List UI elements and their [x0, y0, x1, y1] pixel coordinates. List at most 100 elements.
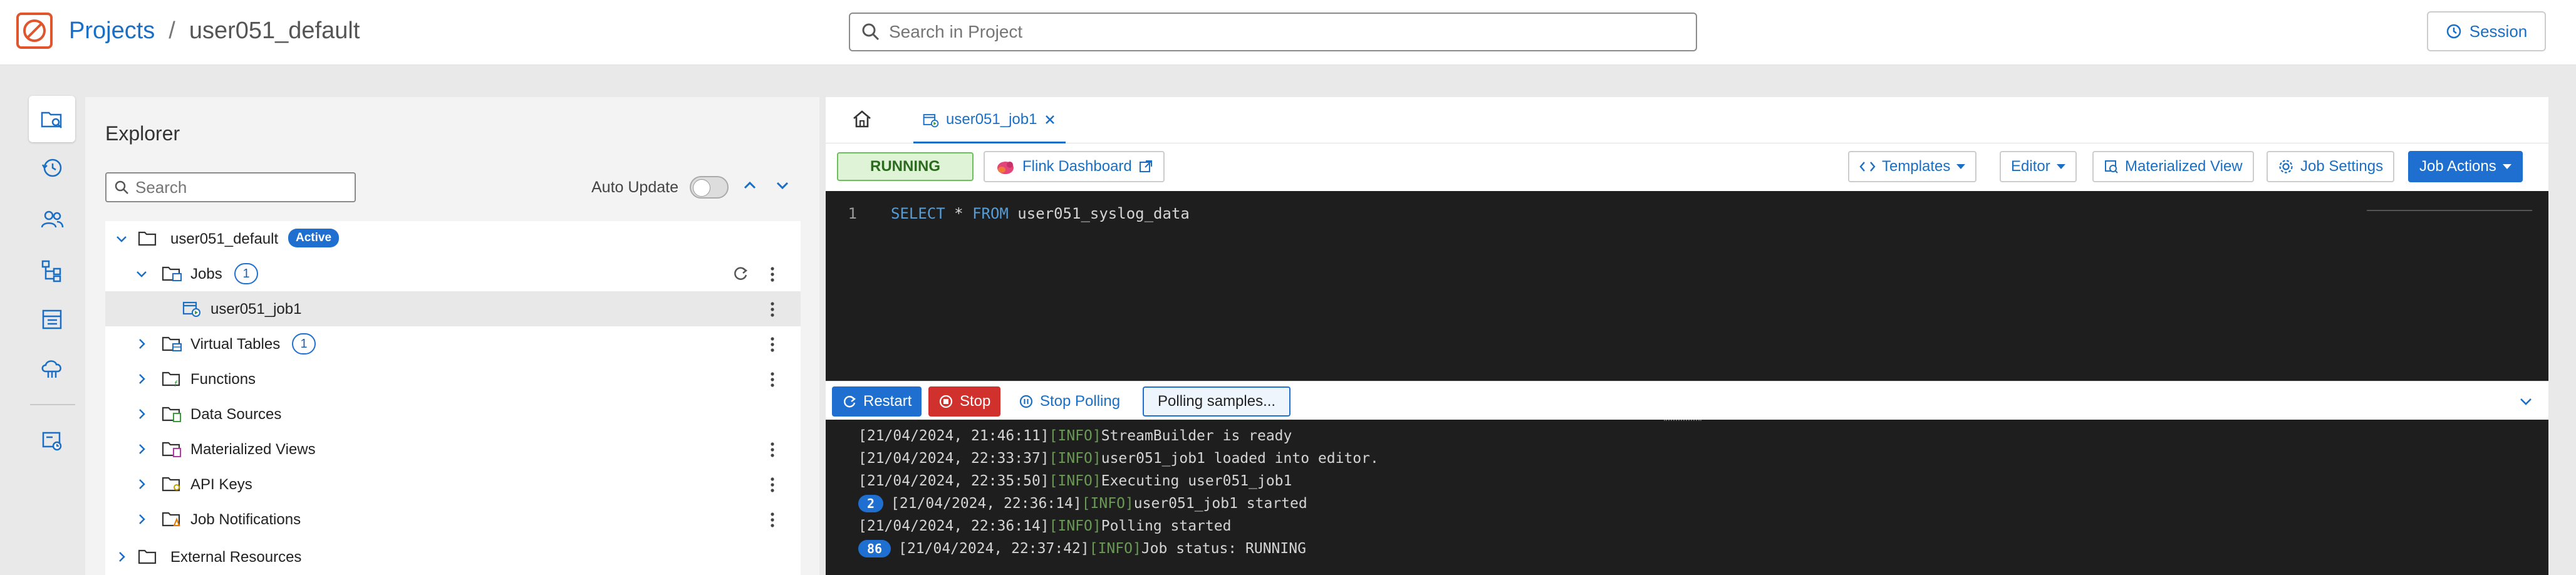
- flink-dashboard-button[interactable]: Flink Dashboard: [984, 151, 1165, 182]
- explorer-search-input[interactable]: [135, 177, 336, 197]
- chevron-right-icon[interactable]: [114, 549, 129, 564]
- log-level: [INFO]: [1089, 541, 1141, 557]
- caret-down-icon: [2056, 164, 2065, 169]
- session-button[interactable]: Session: [2427, 11, 2546, 51]
- log-level: [INFO]: [1049, 428, 1101, 444]
- functions-kebab-menu-icon[interactable]: [769, 371, 776, 388]
- log-message: Polling started: [1101, 518, 1232, 534]
- console-resize-handle[interactable]: [1664, 420, 1701, 422]
- tree-item-materialized-views[interactable]: Materialized Views: [105, 432, 801, 467]
- chevron-down-icon[interactable]: [114, 231, 129, 246]
- log-level: [INFO]: [1081, 495, 1134, 512]
- tree-item-data-sources[interactable]: Data Sources: [105, 396, 801, 432]
- tree-item-job1[interactable]: user051_job1: [105, 291, 801, 326]
- log-time: [21/04/2024, 22:33:37]: [858, 450, 1049, 467]
- svg-text:f: f: [174, 380, 178, 388]
- restart-icon: [842, 394, 857, 409]
- job-notifications-kebab-menu-icon[interactable]: [769, 511, 776, 529]
- tree-item-project[interactable]: user051_default Active: [105, 221, 801, 256]
- chevron-right-icon[interactable]: [134, 371, 149, 386]
- virtual-tables-count-badge: 1: [292, 333, 316, 355]
- tree-item-api-keys[interactable]: API Keys: [105, 467, 801, 502]
- tree-item-external-resources[interactable]: External Resources: [105, 539, 801, 574]
- editor-dropdown[interactable]: Editor: [2000, 151, 2077, 182]
- log-console: [21/04/2024, 21:46:11] [INFO] StreamBuil…: [826, 420, 2548, 575]
- sql-keyword-from: FROM: [972, 205, 1009, 222]
- sql-code-editor[interactable]: 1 SELECT * FROM user051_syslog_data: [826, 191, 2548, 381]
- chevron-right-icon[interactable]: [134, 407, 149, 422]
- chevron-right-icon[interactable]: [134, 442, 149, 457]
- log-time: [21/04/2024, 22:36:14]: [858, 518, 1049, 534]
- close-tab-icon[interactable]: [1043, 113, 1057, 127]
- explorer-title: Explorer: [105, 122, 180, 145]
- explorer-panel: Explorer Auto Update user051_default Act…: [85, 97, 819, 575]
- stop-polling-button[interactable]: Stop Polling: [1009, 386, 1130, 417]
- chevron-right-icon[interactable]: [134, 477, 149, 492]
- restart-label: Restart: [863, 393, 912, 410]
- rail-users-icon[interactable]: [29, 196, 75, 242]
- polling-samples-button[interactable]: Polling samples...: [1143, 386, 1291, 417]
- app-logo-icon[interactable]: [16, 13, 53, 49]
- log-level: [INFO]: [1049, 473, 1101, 489]
- collapse-all-chevron-up-icon[interactable]: [740, 176, 759, 195]
- tree-item-virtual-tables[interactable]: Virtual Tables 1: [105, 326, 801, 361]
- project-search-input[interactable]: [889, 22, 1641, 42]
- active-badge: Active: [288, 229, 340, 247]
- log-time: [21/04/2024, 22:37:42]: [898, 541, 1089, 557]
- virtual-tables-kebab-menu-icon[interactable]: [769, 336, 776, 353]
- rail-catalog-icon[interactable]: [29, 296, 75, 343]
- rail-explorer-icon[interactable]: [29, 96, 75, 142]
- log-message: user051_job1 started: [1133, 495, 1307, 512]
- left-nav-rail: [0, 66, 85, 575]
- tree-item-jobs[interactable]: Jobs 1: [105, 256, 801, 291]
- templates-dropdown[interactable]: Templates: [1848, 151, 1977, 182]
- editor-panel: user051_job1 RUNNING Flink Dashboard Tem…: [826, 97, 2548, 575]
- code-line: 1 SELECT * FROM user051_syslog_data: [826, 202, 2367, 225]
- materialized-view-button[interactable]: Materialized View: [2092, 151, 2254, 182]
- editor-minimap: [2367, 210, 2532, 211]
- project-label: user051_default: [170, 231, 279, 247]
- project-search-field[interactable]: [849, 13, 1697, 51]
- rail-monitor-icon[interactable]: [29, 418, 75, 464]
- rail-cloud-icon[interactable]: [29, 345, 75, 391]
- tree-item-job-notifications[interactable]: Job Notifications: [105, 502, 801, 537]
- jobs-kebab-menu-icon[interactable]: [769, 266, 776, 283]
- job-notifications-label: Job Notifications: [190, 511, 301, 528]
- auto-update-control: Auto Update: [591, 176, 729, 199]
- log-time: [21/04/2024, 22:36:14]: [891, 495, 1082, 512]
- log-time: [21/04/2024, 22:35:50]: [858, 473, 1049, 489]
- refresh-icon[interactable]: [732, 265, 749, 282]
- rail-tree-icon[interactable]: [29, 247, 75, 294]
- job-settings-button[interactable]: Job Settings: [2267, 151, 2395, 182]
- home-tab-icon[interactable]: [851, 108, 873, 130]
- explorer-search-field[interactable]: [105, 172, 356, 202]
- tab-user051-job1[interactable]: user051_job1: [913, 97, 1066, 143]
- log-message: StreamBuilder is ready: [1101, 428, 1292, 444]
- job1-label: user051_job1: [210, 301, 302, 318]
- data-sources-label: Data Sources: [190, 406, 282, 423]
- job-actions-dropdown[interactable]: Job Actions: [2408, 151, 2523, 182]
- log-message: Executing user051_job1: [1101, 473, 1292, 489]
- chevron-right-icon[interactable]: [134, 336, 149, 351]
- auto-update-toggle[interactable]: [690, 176, 729, 199]
- chevron-down-icon[interactable]: [134, 266, 149, 281]
- code-text: SELECT * FROM user051_syslog_data: [876, 205, 1190, 222]
- log-line: 86 [21/04/2024, 22:37:42] [INFO] Job stat…: [858, 537, 1306, 560]
- tree-item-functions[interactable]: f Functions: [105, 361, 801, 396]
- sql-keyword-select: SELECT: [891, 205, 945, 222]
- stop-button[interactable]: Stop: [928, 386, 1001, 417]
- job-notifications-folder-icon: [162, 510, 183, 528]
- job1-kebab-menu-icon[interactable]: [769, 301, 776, 318]
- job-status-badge: RUNNING: [837, 152, 974, 181]
- restart-button[interactable]: Restart: [832, 386, 922, 417]
- collapse-console-chevron-down-icon[interactable]: [2517, 393, 2535, 410]
- breadcrumb-projects-link[interactable]: Projects: [69, 18, 155, 44]
- chevron-right-icon[interactable]: [134, 512, 149, 527]
- log-message: Job status: RUNNING: [1141, 541, 1306, 557]
- rail-history-icon[interactable]: [29, 145, 75, 191]
- materialized-views-kebab-menu-icon[interactable]: [769, 441, 776, 458]
- api-keys-kebab-menu-icon[interactable]: [769, 476, 776, 494]
- editor-toolbar: RUNNING Flink Dashboard Templates Editor…: [826, 143, 2548, 191]
- expand-all-chevron-down-icon[interactable]: [773, 176, 792, 195]
- materialized-view-label: Materialized View: [2125, 158, 2243, 175]
